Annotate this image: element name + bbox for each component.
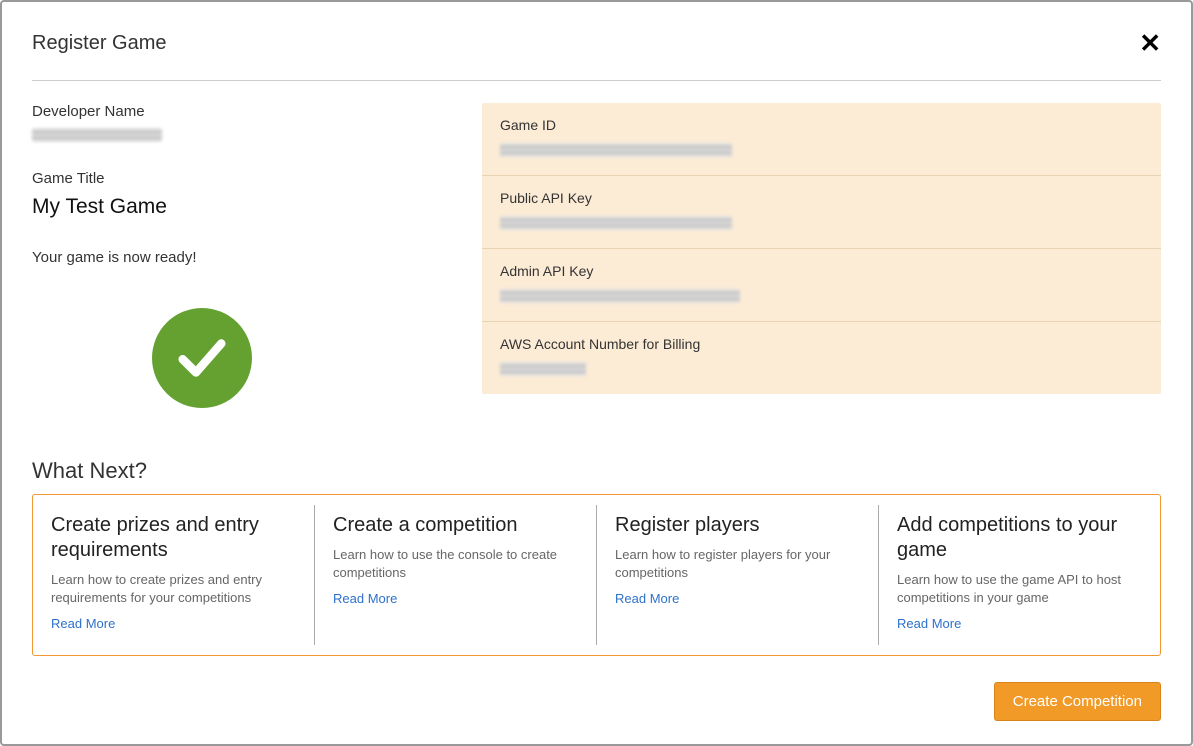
developer-name-label: Developer Name — [32, 103, 442, 120]
read-more-link[interactable]: Read More — [51, 616, 115, 631]
modal-header: Register Game ✕ — [32, 30, 1161, 81]
game-title-block: Game Title My Test Game — [32, 170, 442, 219]
what-next-cards: Create prizes and entry requirements Lea… — [32, 494, 1161, 656]
public-api-key-row: Public API Key — [482, 176, 1161, 249]
admin-api-key-value — [500, 289, 740, 303]
card-desc: Learn how to use the console to create c… — [333, 546, 578, 582]
game-id-value — [500, 143, 732, 157]
modal-title: Register Game — [32, 32, 167, 55]
left-column: Developer Name Game Title My Test Game Y… — [32, 103, 442, 408]
game-id-row: Game ID — [482, 103, 1161, 176]
ready-text: Your game is now ready! — [32, 249, 442, 266]
game-title-label: Game Title — [32, 170, 442, 187]
card-create-competition: Create a competition Learn how to use th… — [315, 505, 597, 645]
game-id-label: Game ID — [500, 117, 1143, 133]
read-more-link[interactable]: Read More — [897, 616, 961, 631]
card-title: Add competitions to your game — [897, 513, 1142, 563]
content-area: Developer Name Game Title My Test Game Y… — [32, 103, 1161, 408]
developer-name-value — [32, 128, 162, 142]
success-checkmark-icon — [152, 308, 252, 408]
read-more-link[interactable]: Read More — [615, 591, 679, 606]
card-desc: Learn how to create prizes and entry req… — [51, 571, 296, 607]
close-icon[interactable]: ✕ — [1139, 30, 1161, 56]
card-desc: Learn how to use the game API to host co… — [897, 571, 1142, 607]
right-column: Game ID Public API Key Admin API Key AWS… — [482, 103, 1161, 408]
card-title: Create a competition — [333, 513, 578, 538]
aws-billing-label: AWS Account Number for Billing — [500, 336, 1143, 352]
public-api-key-label: Public API Key — [500, 190, 1143, 206]
developer-name-block: Developer Name — [32, 103, 442, 142]
card-add-competitions: Add competitions to your game Learn how … — [879, 505, 1160, 645]
aws-billing-row: AWS Account Number for Billing — [482, 322, 1161, 394]
public-api-key-value — [500, 216, 732, 230]
card-title: Register players — [615, 513, 860, 538]
card-prizes: Create prizes and entry requirements Lea… — [33, 505, 315, 645]
credentials-panel: Game ID Public API Key Admin API Key AWS… — [482, 103, 1161, 394]
create-competition-button[interactable]: Create Competition — [994, 682, 1161, 721]
what-next-heading: What Next? — [32, 458, 1161, 484]
aws-billing-value — [500, 362, 586, 376]
card-desc: Learn how to register players for your c… — [615, 546, 860, 582]
card-register-players: Register players Learn how to register p… — [597, 505, 879, 645]
read-more-link[interactable]: Read More — [333, 591, 397, 606]
admin-api-key-row: Admin API Key — [482, 249, 1161, 322]
game-title-value: My Test Game — [32, 195, 442, 219]
card-title: Create prizes and entry requirements — [51, 513, 296, 563]
admin-api-key-label: Admin API Key — [500, 263, 1143, 279]
footer: Create Competition — [32, 682, 1161, 721]
